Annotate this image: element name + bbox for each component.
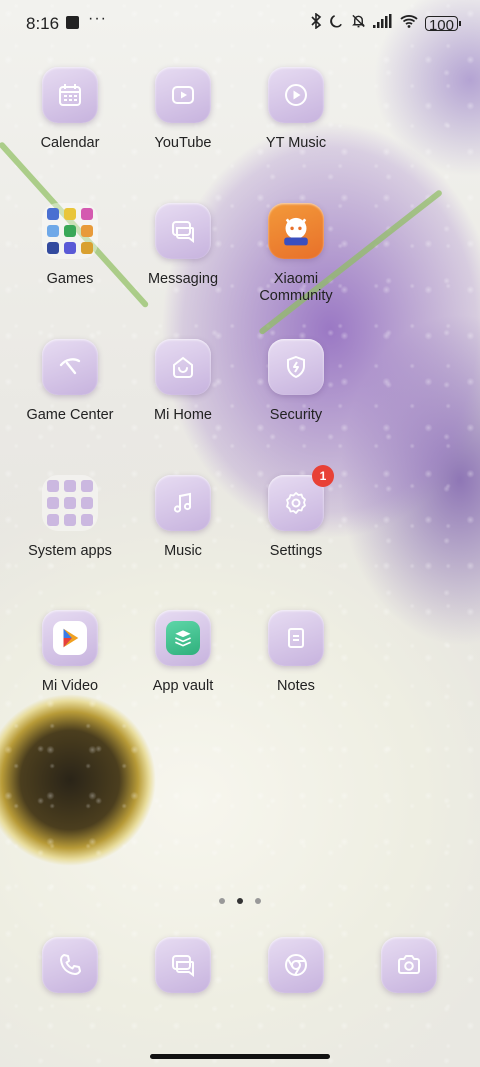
settings-icon: 1 <box>268 465 334 531</box>
security-icon <box>268 339 324 395</box>
app-app-vault[interactable]: App vault <box>127 610 239 695</box>
app-mi-video[interactable]: Mi Video <box>14 610 126 695</box>
status-time: 8:16 <box>26 14 60 33</box>
page-indicator <box>0 891 480 909</box>
app-settings[interactable]: 1 Settings <box>240 465 352 560</box>
game-center-icon <box>42 339 98 395</box>
app-vault-icon <box>155 610 211 666</box>
app-youtube[interactable]: YouTube <box>127 67 239 152</box>
notification-badge: 1 <box>312 465 334 487</box>
app-label: System apps <box>28 543 112 559</box>
messaging-icon <box>155 203 211 259</box>
bluetooth-icon <box>310 12 322 34</box>
app-mi-home[interactable]: Mi Home <box>127 339 239 424</box>
app-notes[interactable]: Notes <box>240 610 352 695</box>
calendar-icon <box>42 67 98 123</box>
moon-icon <box>329 14 344 34</box>
notification-app-icon <box>66 16 79 29</box>
dock-phone[interactable] <box>14 937 126 993</box>
app-yt-music[interactable]: YT Music <box>240 67 352 152</box>
dock-camera[interactable] <box>353 937 465 993</box>
folder-games[interactable]: Games <box>14 203 126 288</box>
folder-system-apps[interactable]: System apps <box>14 475 126 560</box>
home-indicator[interactable] <box>150 1054 330 1059</box>
page-dot <box>255 898 261 904</box>
yt-music-icon <box>268 67 324 123</box>
xiaomi-community-icon <box>268 203 324 259</box>
mi-video-icon <box>42 610 98 666</box>
app-xiaomi-community[interactable]: Xiaomi Community <box>240 203 352 305</box>
games-folder-icon <box>42 203 98 259</box>
signal-icon <box>372 14 393 33</box>
status-bar: 8:16 ··· 100 <box>0 0 480 46</box>
app-label: Mi Home <box>153 407 212 423</box>
app-label: Notes <box>277 678 315 694</box>
app-label: Settings <box>269 543 323 559</box>
youtube-icon <box>155 67 211 123</box>
app-game-center[interactable]: Game Center <box>14 339 126 424</box>
notes-icon <box>268 610 324 666</box>
messaging-icon <box>155 937 211 993</box>
app-label: Calendar <box>40 135 100 151</box>
bell-off-icon <box>351 13 366 34</box>
page-dot-current <box>237 898 243 904</box>
system-apps-folder-icon <box>42 475 98 531</box>
dock-chrome[interactable] <box>240 937 352 993</box>
app-messaging[interactable]: Messaging <box>127 203 239 288</box>
app-label: Messaging <box>147 271 219 287</box>
battery-icon: 100 <box>424 16 462 34</box>
chrome-icon <box>268 937 324 993</box>
app-label: YouTube <box>154 135 212 151</box>
app-music[interactable]: Music <box>127 475 239 560</box>
app-label: App vault <box>152 678 214 694</box>
mi-home-icon <box>155 339 211 395</box>
app-security[interactable]: Security <box>240 339 352 424</box>
app-label: Xiaomi Community <box>259 271 333 304</box>
app-label: Games <box>46 271 94 287</box>
phone-icon <box>42 937 98 993</box>
app-label: Mi Video <box>41 678 99 694</box>
app-label: YT Music <box>265 135 327 151</box>
app-calendar[interactable]: Calendar <box>14 67 126 152</box>
camera-icon <box>381 937 437 993</box>
page-dot <box>219 898 225 904</box>
music-icon <box>155 475 211 531</box>
app-label: Security <box>269 407 323 423</box>
dock-messaging[interactable] <box>127 937 239 993</box>
wifi-icon <box>400 14 418 33</box>
app-label: Game Center <box>26 407 114 423</box>
more-notifications-icon: ··· <box>88 10 107 27</box>
app-label: Music <box>164 543 202 559</box>
